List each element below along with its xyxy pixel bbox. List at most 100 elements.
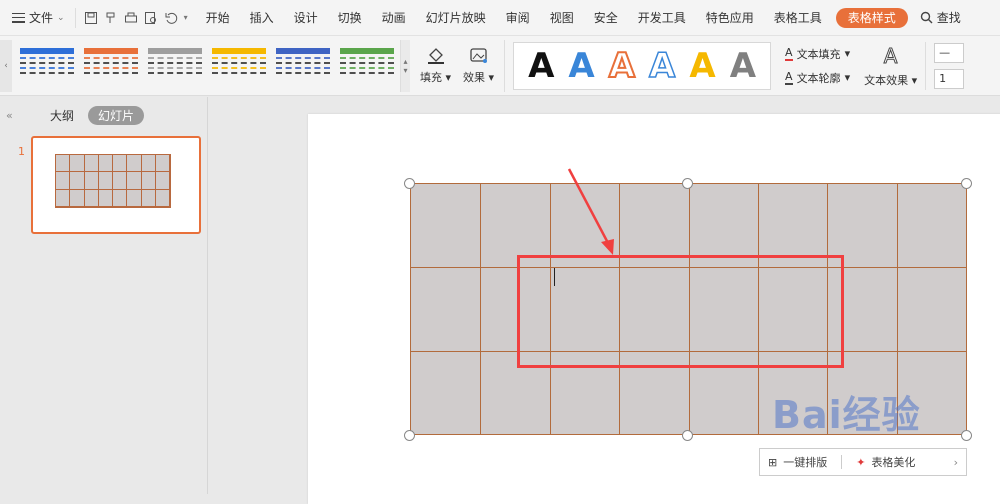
table-style-gallery	[12, 38, 396, 94]
resize-handle-top-right[interactable]	[961, 178, 972, 189]
wordart-gray-a-icon[interactable]: A	[730, 49, 756, 83]
tab-view[interactable]: 视图	[540, 0, 584, 36]
hamburger-icon	[12, 12, 25, 23]
thumbnail-cell	[141, 172, 156, 190]
text-effect-label: 文本效果	[864, 73, 909, 87]
text-format-group: A 文本填充 ▾ A 文本轮廓 ▾	[779, 46, 856, 86]
slide-panel-header: « 大纲 幻灯片	[0, 97, 207, 133]
table-beautify-icon: ✦	[856, 455, 866, 469]
wordart-blue-a-icon[interactable]: A	[568, 49, 594, 83]
text-outline-label: 文本轮廓	[796, 71, 841, 85]
thumbnail-cell	[155, 155, 170, 173]
chevron-down-icon: ⌄	[57, 12, 65, 23]
wordart-yellow-a-icon[interactable]: A	[689, 49, 715, 83]
tab-outline[interactable]: 大纲	[50, 107, 74, 124]
text-fill-label: 文本填充	[796, 47, 841, 61]
effect-button[interactable]: 效果 ▾	[463, 47, 494, 85]
thumbnail-cell	[98, 172, 113, 190]
thumbnail-cell	[113, 172, 128, 190]
search-label: 查找	[936, 11, 961, 25]
table-beautify-button[interactable]: 表格美化	[871, 454, 915, 470]
effect-label: 效果	[463, 70, 486, 84]
gallery-left-arrow[interactable]: ‹	[0, 39, 12, 92]
ribbon-tabs: 开始 插入 设计 切换 动画 幻灯片放映 审阅 视图 安全 开发工具 特色应用 …	[196, 0, 912, 36]
tab-transitions[interactable]: 切换	[328, 0, 372, 36]
one-click-layout-icon: ⊞	[768, 455, 778, 469]
fill-label: 填充	[420, 70, 442, 84]
file-menu-label: 文件	[29, 11, 54, 25]
line-style-dropdown[interactable]: —	[934, 42, 965, 63]
resize-handle-top-left[interactable]	[404, 178, 415, 189]
baidu-watermark: Bai经验	[772, 393, 921, 437]
thumbnail-cell	[127, 189, 142, 207]
table-style-option[interactable]	[18, 46, 76, 86]
print-preview-icon[interactable]	[144, 11, 158, 25]
thumbnail-cell	[70, 172, 85, 190]
resize-handle-top-center[interactable]	[682, 178, 693, 189]
gallery-scroll[interactable]: ▴ ▾	[400, 39, 410, 92]
chevron-right-icon[interactable]: ›	[954, 456, 958, 469]
tab-features[interactable]: 特色应用	[696, 0, 764, 36]
one-click-layout-button[interactable]: 一键排版	[783, 454, 827, 470]
text-fill-button[interactable]: A 文本填充 ▾	[785, 46, 850, 62]
file-menu[interactable]: 文件 ⌄	[0, 0, 75, 36]
slide-number: 1	[18, 145, 25, 158]
resize-handle-bottom-left[interactable]	[404, 430, 415, 441]
tab-developer[interactable]: 开发工具	[628, 0, 696, 36]
text-effect-button[interactable]: A 文本效果 ▾	[856, 41, 927, 90]
format-painter-icon[interactable]	[104, 11, 118, 25]
slide-thumbnail[interactable]	[31, 136, 201, 234]
table-style-option[interactable]	[210, 46, 268, 86]
tab-slideshow[interactable]: 幻灯片放映	[416, 0, 496, 36]
thumbnail-cell	[127, 172, 142, 190]
text-outline-icon: A	[785, 69, 793, 85]
thumbnail-cell	[127, 155, 142, 173]
collapse-panel-icon[interactable]: «	[6, 109, 50, 122]
thumbnail-cell	[98, 189, 113, 207]
thumbnail-cell	[56, 172, 71, 190]
tab-insert[interactable]: 插入	[240, 0, 284, 36]
search-button[interactable]: 查找	[912, 9, 969, 26]
undo-dropdown-icon[interactable]: ▾	[184, 13, 188, 22]
text-fill-icon: A	[785, 45, 793, 61]
resize-handle-bottom-center[interactable]	[682, 430, 693, 441]
thumbnail-cell	[155, 189, 170, 207]
tab-review[interactable]: 审阅	[496, 0, 540, 36]
tab-table-style[interactable]: 表格样式	[835, 7, 908, 28]
thumbnail-cell	[84, 172, 99, 190]
tab-slides[interactable]: 幻灯片	[88, 105, 145, 125]
table-style-option[interactable]	[338, 46, 396, 86]
text-outline-button[interactable]: A 文本轮廓 ▾	[785, 70, 850, 86]
table-style-option[interactable]	[82, 46, 140, 86]
wordart-blue-outline-a-icon[interactable]: A	[648, 48, 676, 84]
table-style-option[interactable]	[274, 46, 332, 86]
print-icon[interactable]	[124, 11, 138, 25]
tab-home[interactable]: 开始	[196, 0, 240, 36]
tab-security[interactable]: 安全	[584, 0, 628, 36]
thumbnail-cell	[113, 189, 128, 207]
tab-animations[interactable]: 动画	[372, 0, 416, 36]
menu-bar: 文件 ⌄ ▾ 开始 插入 设计 切换 动画 幻灯片放映 审阅 视图 安全 开发工…	[0, 0, 1000, 36]
wordart-gallery: A A A A A A	[513, 41, 772, 90]
wordart-orange-outline-a-icon[interactable]: A	[608, 48, 636, 84]
line-width-field[interactable]: 1	[934, 68, 965, 89]
quick-access-toolbar: ▾	[74, 7, 196, 28]
tab-table-tools[interactable]: 表格工具	[764, 0, 832, 36]
thumbnail-cell	[70, 155, 85, 173]
search-icon	[920, 11, 933, 24]
undo-icon[interactable]	[164, 11, 178, 25]
thumbnail-cell	[56, 155, 71, 173]
thumbnail-cell	[98, 155, 113, 173]
text-effect-icon: A	[883, 43, 898, 68]
tab-design[interactable]: 设计	[284, 0, 328, 36]
slide-panel: « 大纲 幻灯片 1	[0, 97, 208, 494]
thumbnail-cell	[70, 189, 85, 207]
thumbnail-cell	[141, 155, 156, 173]
table-style-option[interactable]	[146, 46, 204, 86]
wordart-black-a-icon[interactable]: A	[528, 49, 554, 83]
thumbnail-table	[55, 154, 171, 208]
fill-bucket-icon	[427, 47, 444, 64]
line-style-group: — 1	[926, 42, 965, 89]
fill-button[interactable]: 填充 ▾	[420, 47, 451, 85]
save-icon[interactable]	[84, 11, 98, 25]
